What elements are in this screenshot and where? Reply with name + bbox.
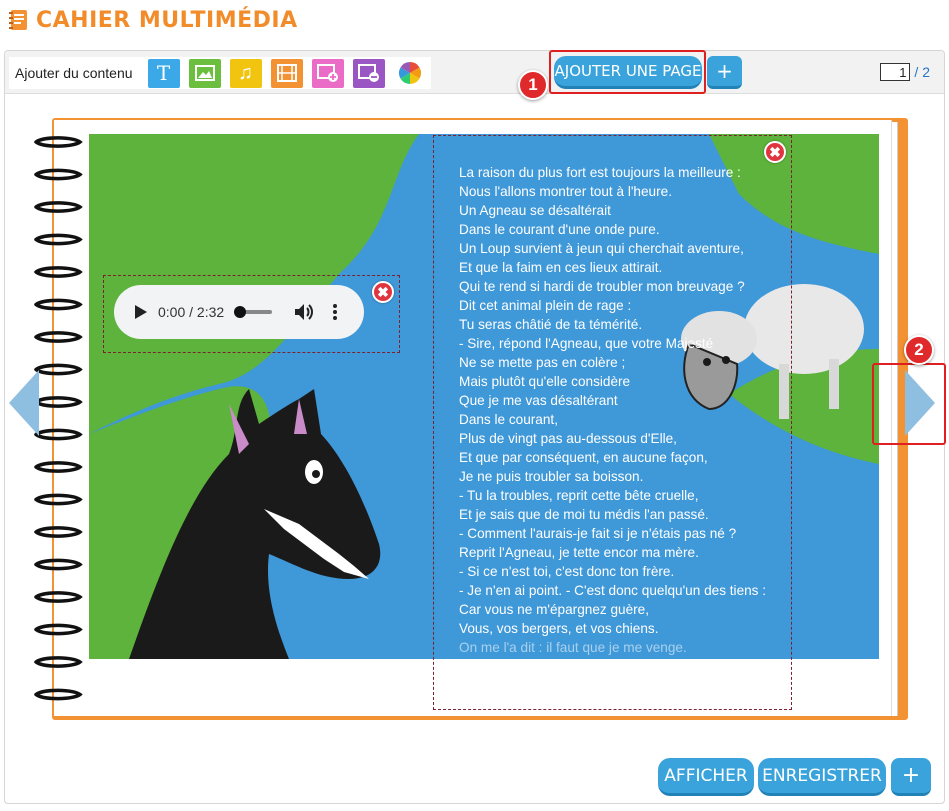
spiral-ring [34, 168, 83, 181]
spiral-ring [34, 201, 83, 213]
music-icon: ♫ [238, 61, 254, 84]
spiral-ring [34, 331, 83, 343]
poem-line: Ne se mette pas en colère ; [459, 355, 626, 370]
poem-line: - Comment l'aurais-je fait si je n'étais… [459, 526, 737, 541]
spiral-ring [34, 656, 83, 668]
audio-time: 0:00 / 2:32 [158, 304, 225, 320]
poem-line: Et que par conséquent, en aucune façon, [459, 450, 708, 465]
audio-progress-knob[interactable] [234, 306, 247, 318]
poem-line: - Je n'en ai point. - C'est donc quelqu'… [459, 583, 767, 598]
footer-plus-button[interactable]: + [891, 758, 931, 796]
app-title-text: CAHIER MULTIMÉDIA [36, 7, 298, 33]
poem-line: Mais plutôt qu'elle considère [459, 374, 631, 389]
poem-line: Plus de vingt pas au-dessous d'Elle, [459, 431, 677, 446]
add-content-group: Ajouter du contenu T ♫ [9, 57, 431, 89]
add-content-label: Ajouter du contenu [15, 65, 133, 81]
play-icon[interactable] [134, 304, 148, 320]
poem-line: Car vous ne m'épargnez guère, [459, 602, 649, 617]
spiral-ring [34, 558, 83, 571]
poem-line: Tu seras châtié de ta témérité. [459, 317, 643, 332]
poem-line: Dit cet animal plein de rage : [459, 298, 632, 313]
poem-text-block[interactable]: La raison du plus fort est toujours la m… [433, 135, 792, 710]
spiral-ring [34, 298, 83, 311]
add-page-highlight [549, 50, 706, 94]
poem-line: - Si ce n'est toi, c'est donc ton frère. [459, 564, 675, 579]
poem-line: Et que la faim en ces lieux attirait. [459, 260, 663, 275]
spiral-ring [34, 688, 83, 701]
poem-line: Qui te rend si hardi de troubler mon bre… [459, 279, 745, 294]
film-icon [276, 64, 297, 82]
poem-line: La raison du plus fort est toujours la m… [459, 165, 741, 180]
spiral-ring [34, 461, 83, 473]
poem-line: - Tu la troubles, reprit cette bête crue… [459, 488, 699, 503]
spiral-ring [34, 428, 83, 441]
spiral-ring [34, 233, 83, 246]
audio-close-button[interactable]: ✖ [372, 281, 394, 303]
poem-line-faded: On me l'a dit : il faut que je me venge. [459, 640, 687, 655]
spiral-ring [34, 396, 83, 408]
poem-line-faded: Là-dessus, au fond des forêts [459, 659, 639, 674]
color-wheel-icon [398, 62, 421, 84]
text-close-button[interactable]: ✖ [764, 141, 786, 163]
poem-line: Et je sais que de moi tu médis l'an pass… [459, 507, 709, 522]
spiral-ring [34, 136, 83, 148]
annotation-badge-1: 1 [518, 70, 548, 100]
add-text-button[interactable]: T [147, 58, 180, 88]
page-number-input[interactable] [880, 63, 911, 81]
add-media-icon [316, 64, 338, 82]
audio-player[interactable]: 0:00 / 2:32 [114, 285, 364, 339]
app-title: CAHIER MULTIMÉDIA [8, 6, 298, 34]
more-options-icon[interactable] [332, 303, 338, 321]
spiral-binding [34, 136, 83, 701]
previous-page-arrow[interactable] [9, 370, 39, 436]
spiral-ring [34, 493, 83, 506]
poem-line-faded: Le Loup l'emporte, et puis le mange [459, 678, 675, 693]
spiral-ring [34, 623, 83, 636]
save-button[interactable]: ENREGISTRER [758, 758, 886, 796]
add-audio-button[interactable]: ♫ [229, 58, 262, 88]
color-picker-button[interactable] [394, 59, 426, 88]
poem-line: Vous, vos bergers, et vos chiens. [459, 621, 659, 636]
text-icon: T [156, 61, 171, 85]
annotation-badge-2: 2 [904, 335, 934, 365]
volume-icon[interactable] [294, 303, 314, 321]
add-video-button[interactable] [270, 58, 303, 88]
toolbar: Ajouter du contenu T ♫ 1 / 2 [5, 51, 944, 94]
show-button[interactable]: AFFICHER [658, 758, 754, 796]
image-icon [194, 65, 215, 81]
next-page-highlight [872, 363, 946, 445]
page-counter: / 2 [880, 63, 930, 81]
spiral-ring [34, 266, 83, 278]
poem-line: Dans le courant d'une onde pure. [459, 222, 660, 237]
poem-line: Un Loup survient à jeun qui cherchait av… [459, 241, 744, 256]
remove-media-button[interactable] [352, 58, 385, 88]
poem-line: Reprit l'Agneau, je tette encor ma mère. [459, 545, 699, 560]
audio-progress-slider[interactable] [234, 306, 273, 318]
add-media-button[interactable] [311, 58, 344, 88]
audio-block[interactable]: 0:00 / 2:32 [103, 275, 400, 353]
poem-line: Je ne puis troubler sa boisson. [459, 469, 644, 484]
remove-media-icon [357, 64, 379, 82]
spiral-ring [34, 363, 83, 376]
add-page-plus-button[interactable]: + [707, 56, 742, 89]
poem-line: Dans le courant, [459, 412, 558, 427]
notebook-icon [9, 10, 27, 30]
poem-line: - Sire, répond l'Agneau, que votre Majes… [459, 336, 714, 351]
add-image-button[interactable] [188, 58, 221, 88]
poem-line: Que je me vas désaltérant [459, 393, 618, 408]
spiral-ring [34, 591, 83, 603]
poem-line: Nous l'allons montrer tout à l'heure. [459, 184, 672, 199]
page-total: / 2 [914, 64, 930, 80]
poem-line: Un Agneau se désaltérait [459, 203, 611, 218]
spiral-ring [34, 526, 83, 538]
poem-text: La raison du plus fort est toujours la m… [459, 163, 779, 695]
